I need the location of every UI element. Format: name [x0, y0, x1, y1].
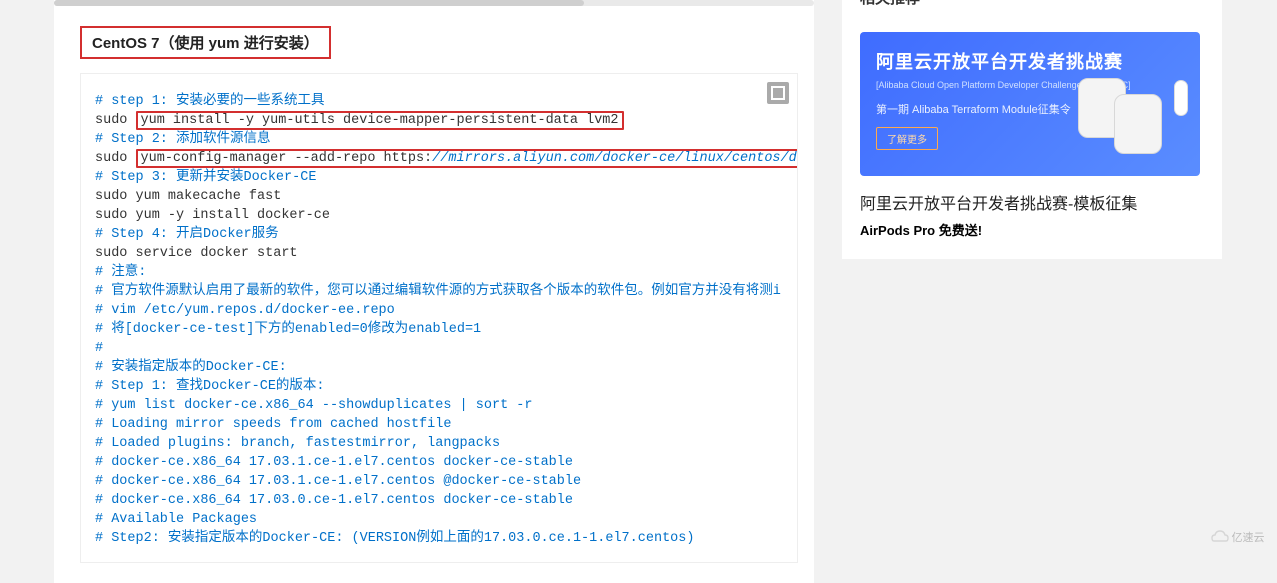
banner-cta-button[interactable]: 了解更多	[876, 127, 938, 150]
code-comment: # Step 1: 查找Docker-CE的版本:	[95, 377, 783, 396]
watermark-logo: 亿速云	[1205, 524, 1269, 550]
promo-free-text: AirPods Pro 免费送!	[860, 220, 1200, 239]
code-line: sudo yum install -y yum-utils device-map…	[95, 111, 783, 130]
code-comment: # Step 4: 开启Docker服务	[95, 225, 783, 244]
code-comment: #	[95, 339, 783, 358]
highlighted-command: yum install -y yum-utils device-mapper-p…	[136, 111, 624, 130]
airpods-illustration	[1074, 72, 1194, 162]
watermark-text: 亿速云	[1232, 529, 1265, 545]
code-comment: # vim /etc/yum.repos.d/docker-ee.repo	[95, 301, 783, 320]
section-heading: CentOS 7（使用 yum 进行安装）	[80, 26, 331, 59]
code-comment: # yum list docker-ce.x86_64 --showduplic…	[95, 396, 783, 415]
code-comment: # Step2: 安装指定版本的Docker-CE: (VERSION例如上面的…	[95, 529, 783, 548]
top-progress-bar	[54, 0, 814, 6]
code-comment: # 将[docker-ce-test]下方的enabled=0修改为enable…	[95, 320, 783, 339]
banner-title: 阿里云开放平台开发者挑战赛	[876, 48, 1188, 74]
promo-title[interactable]: 阿里云开放平台开发者挑战赛-模板征集	[860, 190, 1200, 214]
code-comment: # docker-ce.x86_64 17.03.1.ce-1.el7.cent…	[95, 453, 783, 472]
highlighted-command: yum-config-manager --add-repo https://mi…	[136, 149, 798, 168]
code-comment: # Loading mirror speeds from cached host…	[95, 415, 783, 434]
code-comment: # Available Packages	[95, 510, 783, 529]
promo-card[interactable]: 阿里云开放平台开发者挑战赛 [Alibaba Cloud Open Platfo…	[860, 32, 1200, 239]
code-comment: # Step 3: 更新并安装Docker-CE	[95, 168, 783, 187]
copy-icon[interactable]	[767, 82, 789, 104]
code-comment: # Loaded plugins: branch, fastestmirror,…	[95, 434, 783, 453]
code-line: sudo yum-config-manager --add-repo https…	[95, 149, 783, 168]
code-url: //mirrors.aliyun.com/docker-ce/linux/cen…	[432, 151, 798, 166]
sidebar-heading-row: 相关推荐	[860, 0, 1204, 4]
sidebar-heading: 相关推荐	[860, 0, 928, 8]
code-line: sudo service docker start	[95, 244, 783, 263]
code-text: sudo	[95, 151, 136, 166]
code-comment: # docker-ce.x86_64 17.03.0.ce-1.el7.cent…	[95, 491, 783, 510]
code-text: yum-config-manager --add-repo https:	[141, 151, 433, 166]
code-comment: # 安装指定版本的Docker-CE:	[95, 358, 783, 377]
article-main: CentOS 7（使用 yum 进行安装） # step 1: 安装必要的一些系…	[54, 0, 814, 583]
code-comment: # Step 2: 添加软件源信息	[95, 130, 783, 149]
code-comment: # step 1: 安装必要的一些系统工具	[95, 92, 783, 111]
code-text: sudo	[95, 113, 136, 128]
promo-banner[interactable]: 阿里云开放平台开发者挑战赛 [Alibaba Cloud Open Platfo…	[860, 32, 1200, 176]
code-line: sudo yum -y install docker-ce	[95, 206, 783, 225]
code-comment: # 官方软件源默认启用了最新的软件，您可以通过编辑软件源的方式获取各个版本的软件…	[95, 282, 783, 301]
sidebar: 相关推荐 阿里云开放平台开发者挑战赛 [Alibaba Cloud Open P…	[842, 0, 1222, 259]
code-line: sudo yum makecache fast	[95, 187, 783, 206]
code-comment: # docker-ce.x86_64 17.03.1.ce-1.el7.cent…	[95, 472, 783, 491]
code-block: # step 1: 安装必要的一些系统工具 sudo yum install -…	[80, 73, 798, 563]
code-comment: # 注意:	[95, 263, 783, 282]
